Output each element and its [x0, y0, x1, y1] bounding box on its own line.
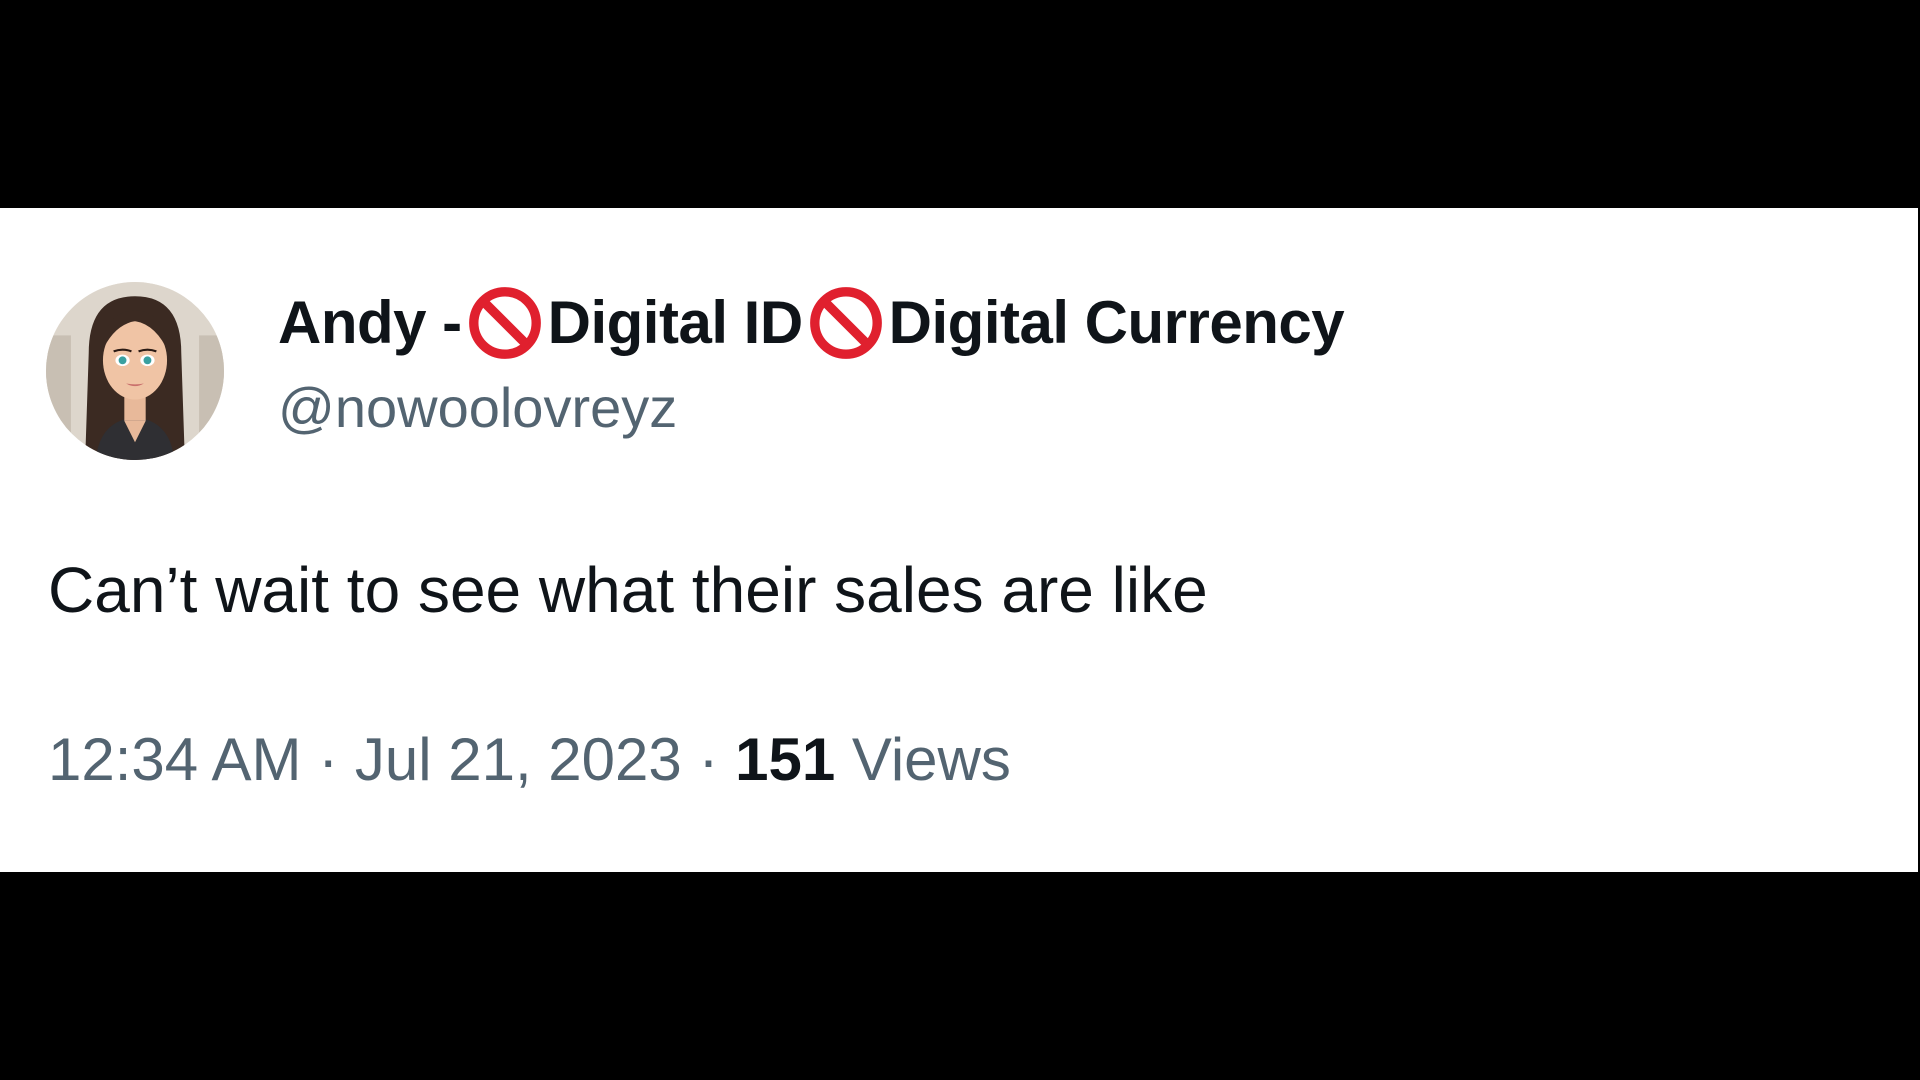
avatar-image [46, 282, 224, 460]
views-label[interactable]: Views [852, 726, 1011, 793]
tweet-card[interactable]: Andy - Digital ID Digital Currency @nowo… [0, 208, 1918, 872]
author-handle[interactable]: @nowoolovreyz [278, 380, 677, 436]
meta-separator: · [698, 726, 736, 793]
author-name-row[interactable]: Andy - Digital ID Digital Currency [278, 287, 1345, 359]
tweet-time[interactable]: 12:34 AM [48, 726, 302, 793]
avatar[interactable] [46, 282, 224, 460]
meta-separator: · [318, 726, 355, 793]
no-entry-sign-icon [466, 284, 544, 362]
no-entry-sign-icon [807, 284, 885, 362]
tweet-text: Can’t wait to see what their sales are l… [48, 554, 1208, 626]
author-name-part-2[interactable]: Digital Currency [889, 293, 1345, 353]
views-count[interactable]: 151 [735, 726, 835, 793]
tweet-meta: 12:34 AM · Jul 21, 2023 · 151 Views [48, 730, 1011, 790]
author-name-part-1[interactable]: Digital ID [548, 293, 804, 353]
author-name-prefix[interactable]: Andy - [278, 293, 462, 353]
tweet-date[interactable]: Jul 21, 2023 [355, 726, 682, 793]
